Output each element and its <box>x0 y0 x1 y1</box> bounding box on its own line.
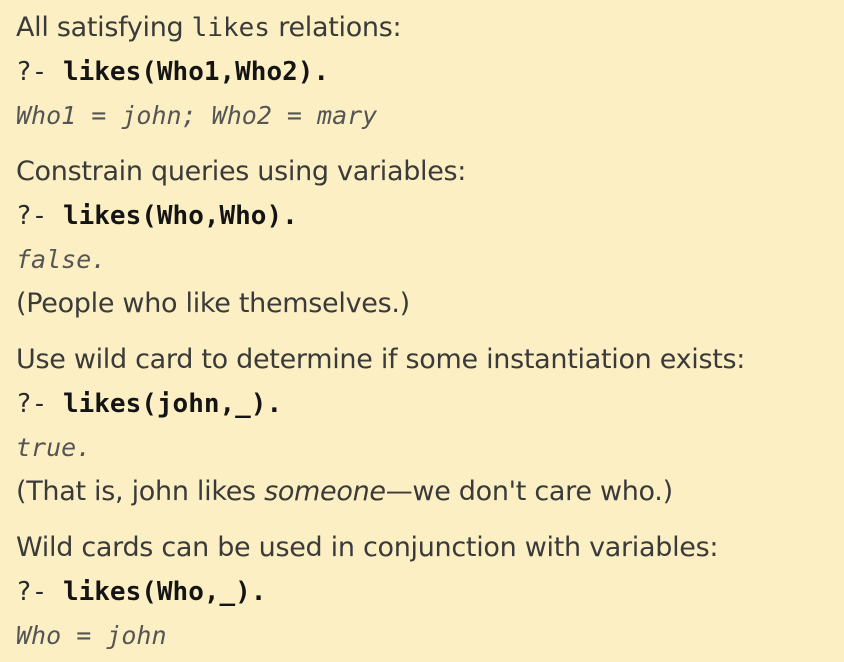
section-3-heading: Use wild card to determine if some insta… <box>16 344 746 375</box>
query-code: likes(Who,Who). <box>62 201 298 231</box>
query-prompt: ?- <box>16 389 63 419</box>
section-2-heading: Constrain queries using variables: <box>16 156 467 187</box>
section-2-note: (People who like themselves.) <box>16 288 410 319</box>
section-1-query: ?- likes(Who1,Who2). <box>16 50 844 94</box>
query-prompt: ?- <box>16 577 63 607</box>
inline-code: likes <box>191 13 270 43</box>
heading-text: All satisfying <box>16 12 192 43</box>
section-2-query: ?- likes(Who,Who). <box>16 194 844 238</box>
section-1-heading: All satisfying likes relations: <box>16 6 844 50</box>
section-3-answer: true. <box>16 433 92 462</box>
section-4-heading: Wild cards can be used in conjunction wi… <box>16 532 719 563</box>
emphasis-text: someone <box>264 476 386 507</box>
note-text: —we don't care who.) <box>385 476 673 507</box>
query-prompt: ?- <box>16 201 63 231</box>
query-code: likes(john,_). <box>62 389 283 419</box>
section-3-note: (That is, john likes someone—we don't ca… <box>16 470 844 514</box>
section-1-answer: Who1 = john; Who2 = mary <box>16 101 378 130</box>
query-code: likes(Who,_). <box>62 577 267 607</box>
section-3-query: ?- likes(john,_). <box>16 382 844 426</box>
note-text: (That is, john likes <box>16 476 265 507</box>
section-2-answer: false. <box>16 245 107 274</box>
query-prompt: ?- <box>16 57 63 87</box>
prolog-slide: All satisfying likes relations: ?- likes… <box>0 0 844 662</box>
section-4-answer: Who = john <box>16 621 167 650</box>
query-code: likes(Who1,Who2). <box>62 57 330 87</box>
heading-text: relations: <box>269 12 402 43</box>
section-4-query: ?- likes(Who,_). <box>16 570 844 614</box>
